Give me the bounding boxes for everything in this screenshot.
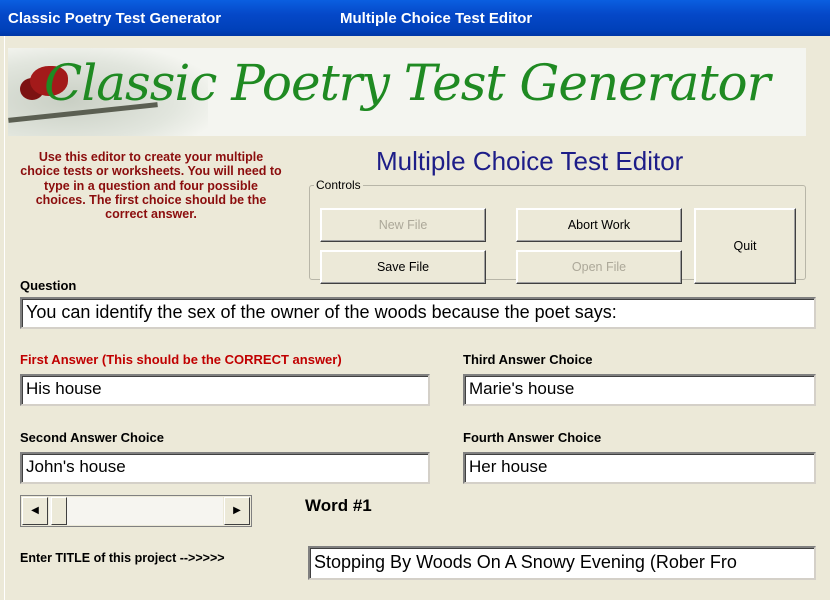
project-title-input[interactable]: Stopping By Woods On A Snowy Evening (Ro…	[308, 546, 816, 580]
project-title-label: Enter TITLE of this project -->>>>>	[20, 551, 225, 565]
banner-title: Classic Poetry Test Generator	[44, 54, 771, 112]
second-answer-label: Second Answer Choice	[20, 430, 164, 445]
banner-image: Classic Poetry Test Generator	[8, 48, 806, 136]
title-bar: Classic Poetry Test Generator Multiple C…	[0, 0, 830, 36]
controls-legend: Controls	[316, 178, 361, 192]
instructions-text: Use this editor to create your multiple …	[20, 150, 282, 222]
first-answer-label: First Answer (This should be the CORRECT…	[20, 352, 342, 367]
editor-title: Multiple Choice Test Editor	[376, 146, 684, 176]
controls-group: Controls New File Save File Abort Work O…	[309, 178, 806, 284]
left-arrow-icon[interactable]: ◀	[22, 497, 48, 525]
question-input[interactable]: You can identify the sex of the owner of…	[20, 297, 816, 329]
fourth-answer-input[interactable]: Her house	[463, 452, 816, 484]
second-answer-input[interactable]: John's house	[20, 452, 430, 484]
scroll-thumb[interactable]	[51, 497, 67, 525]
word-counter: Word #1	[305, 496, 372, 515]
fourth-answer-label: Fourth Answer Choice	[463, 430, 602, 445]
abort-work-button[interactable]: Abort Work	[516, 208, 682, 242]
app-name: Classic Poetry Test Generator	[8, 10, 222, 27]
question-label: Question	[20, 278, 77, 293]
open-file-button[interactable]: Open File	[516, 250, 682, 284]
quit-button[interactable]: Quit	[694, 208, 796, 284]
save-file-button[interactable]: Save File	[320, 250, 486, 284]
third-answer-input[interactable]: Marie's house	[463, 374, 816, 406]
right-arrow-icon[interactable]: ▶	[224, 497, 250, 525]
word-scrollbar[interactable]: ◀ ▶	[20, 495, 252, 527]
window-title: Multiple Choice Test Editor	[340, 10, 533, 27]
new-file-button[interactable]: New File	[320, 208, 486, 242]
first-answer-input[interactable]: His house	[20, 374, 430, 406]
scroll-track[interactable]	[49, 497, 223, 525]
third-answer-label: Third Answer Choice	[463, 352, 593, 367]
